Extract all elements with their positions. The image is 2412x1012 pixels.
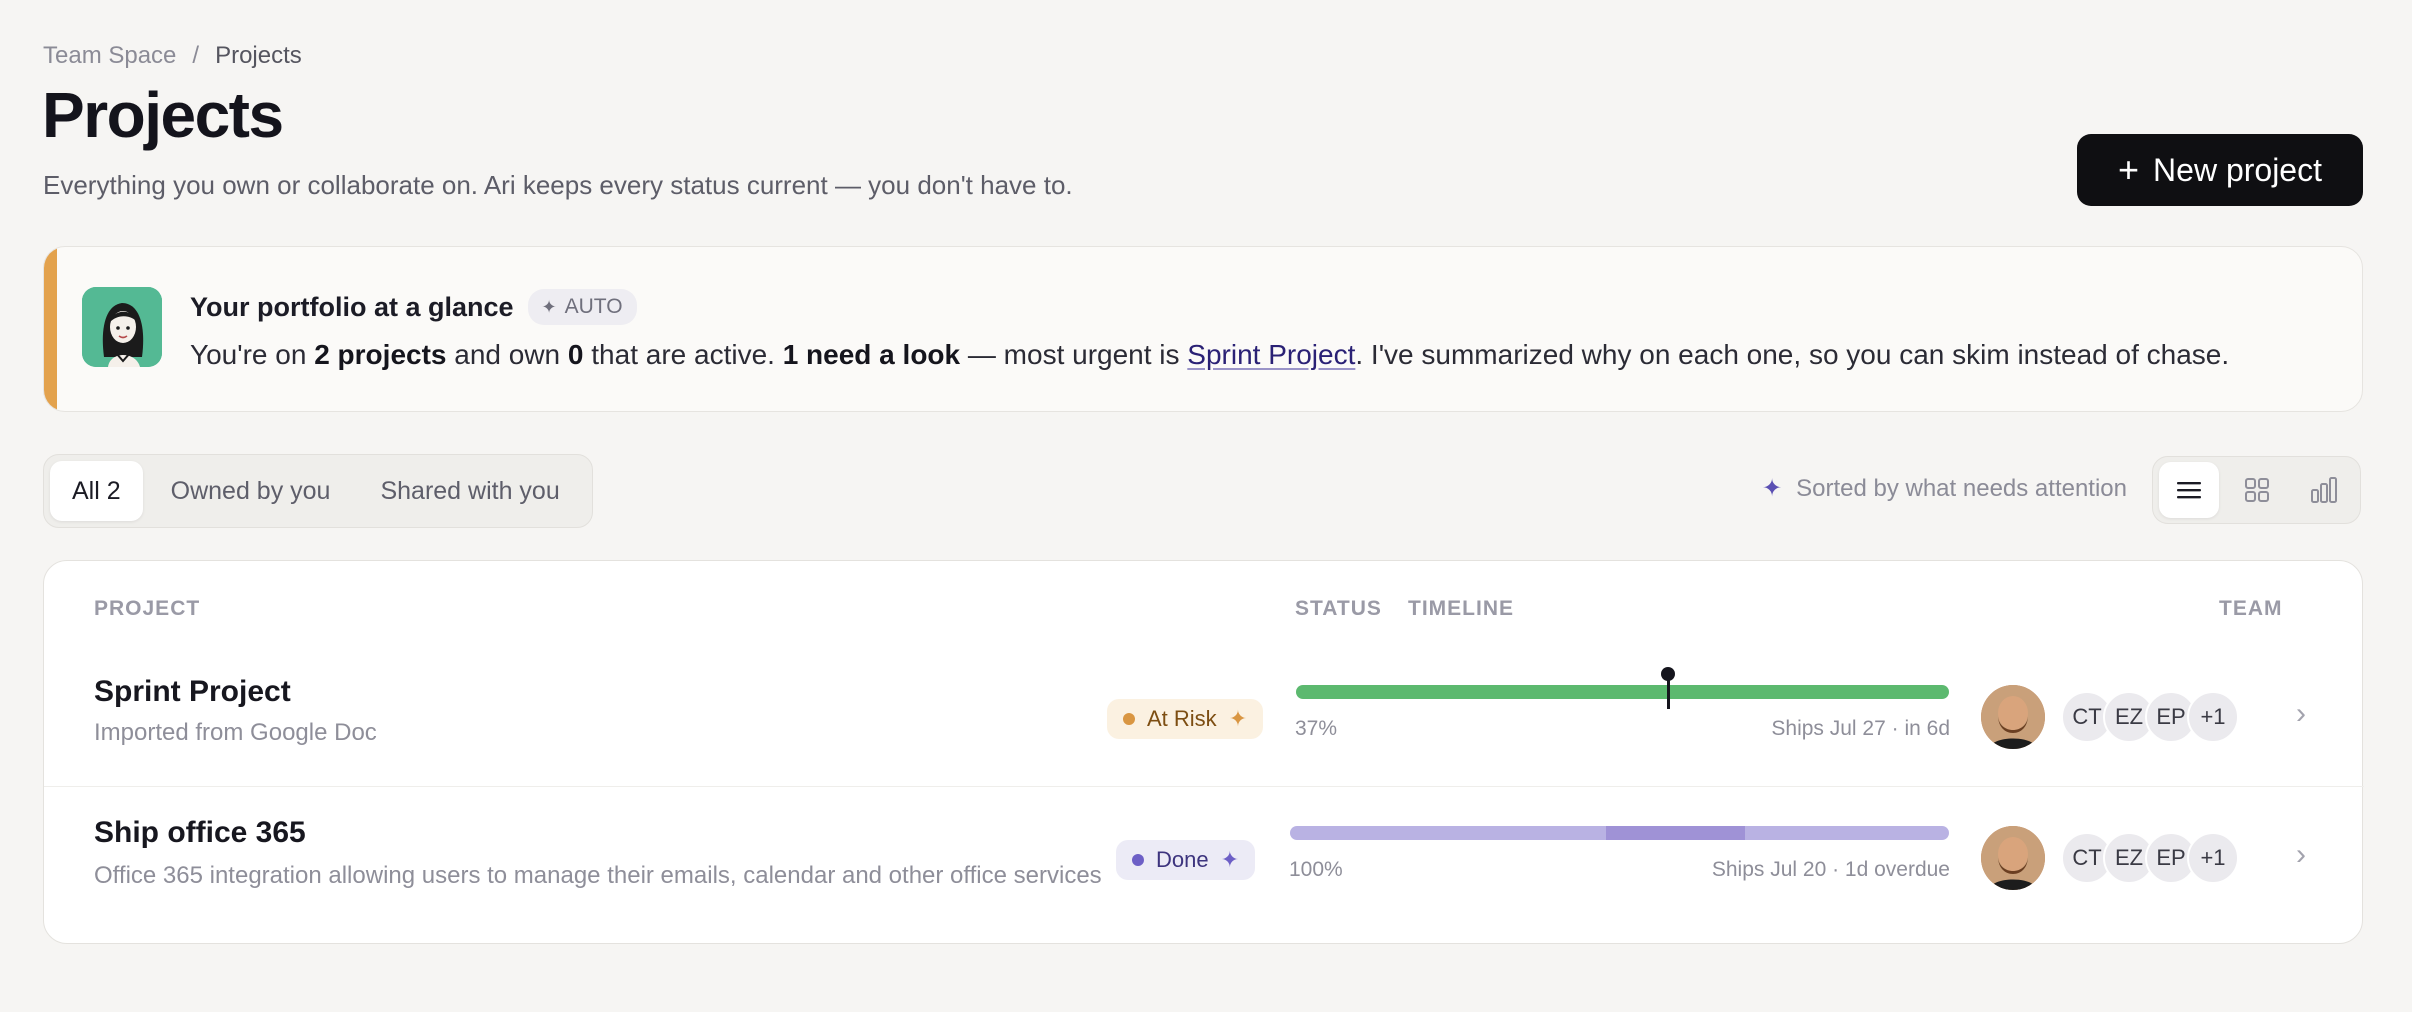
view-toggle (2152, 456, 2361, 524)
today-marker-dot (1661, 667, 1676, 681)
new-project-button[interactable]: + New project (2077, 134, 2363, 206)
sparkle-icon: ✦ (1220, 847, 1240, 872)
project-name[interactable]: Sprint Project (94, 675, 291, 709)
owner-avatar[interactable] (1981, 826, 2045, 890)
header-project: PROJECT (94, 597, 201, 620)
status-label: At Risk (1147, 706, 1217, 731)
list-view-button[interactable] (2159, 462, 2219, 518)
progress-percent: 100% (1289, 858, 1343, 881)
header-team: TEAM (2219, 597, 2283, 620)
filter-tabs: All 2 Owned by you Shared with you (43, 454, 593, 528)
urgent-project-link[interactable]: Sprint Project (1187, 339, 1355, 370)
summary-text-part: — most urgent is (960, 339, 1188, 370)
tab-owned-by-you[interactable]: Owned by you (149, 461, 353, 521)
table-row[interactable]: Sprint Project Imported from Google Doc … (44, 647, 2364, 787)
sort-note: ✦ Sorted by what needs attention (1762, 474, 2127, 503)
sort-note-label: Sorted by what needs attention (1796, 474, 2127, 502)
team-more-count: +1 (2187, 691, 2239, 743)
breadcrumb: Team Space / Projects (43, 42, 302, 70)
auto-badge: ✦ AUTO (527, 289, 637, 325)
projects-count: 2 projects (314, 339, 447, 370)
portfolio-summary-card: Your portfolio at a glance ✦ AUTO You're… (43, 246, 2363, 412)
owner-avatar[interactable] (1981, 685, 2045, 749)
summary-text-part: . I've summarized why on each one, so yo… (1355, 339, 2230, 370)
chart-view-button[interactable] (2294, 462, 2354, 518)
table-row[interactable]: Ship office 365 Office 365 integration a… (44, 788, 2364, 928)
assistant-avatar (82, 287, 162, 367)
progress-percent: 37% (1295, 717, 1338, 740)
ship-date: Ships Jul 20 · 1d overdue (1711, 858, 1950, 881)
sparkle-icon: ✦ (1762, 475, 1783, 502)
team-initials[interactable]: CT EZ EP +1 (2061, 691, 2239, 743)
chevron-right-icon[interactable]: › (2296, 697, 2306, 731)
sparkle-icon: ✦ (1228, 706, 1248, 731)
team-initials[interactable]: CT EZ EP +1 (2061, 832, 2239, 884)
summary-title: Your portfolio at a glance (190, 291, 514, 322)
chevron-right-icon[interactable]: › (2296, 838, 2306, 872)
summary-text-part: that are active. (583, 339, 783, 370)
team-more-count: +1 (2187, 832, 2239, 884)
overdue-band (1606, 826, 1745, 840)
breadcrumb-current: Projects (215, 42, 302, 69)
status-label: Done (1156, 847, 1209, 872)
summary-text: You're on 2 projects and own 0 that are … (190, 339, 2229, 371)
project-description: Imported from Google Doc (94, 719, 377, 746)
page-subtitle: Everything you own or collaborate on. Ar… (43, 170, 1073, 200)
timeline-bar (1296, 685, 1949, 699)
projects-table: PROJECT STATUS TIMELINE TEAM Sprint Proj… (43, 560, 2364, 944)
header-timeline: TIMELINE (1408, 597, 1514, 620)
need-look-count: 1 need a look (782, 339, 961, 370)
status-dot (1123, 713, 1135, 725)
status-badge[interactable]: Done ✦ (1116, 840, 1256, 880)
auto-badge-label: AUTO (564, 295, 623, 318)
summary-text-part: You're on (190, 339, 315, 370)
status-dot (1132, 854, 1144, 866)
header-status: STATUS (1295, 597, 1382, 620)
project-description: Office 365 integration allowing users to… (94, 862, 1102, 889)
ship-date: Ships Jul 27 · in 6d (1771, 717, 1950, 740)
plus-icon: + (2118, 149, 2140, 190)
tab-all[interactable]: All 2 (50, 461, 143, 521)
summary-text-part: and own (446, 339, 568, 370)
summary-title-row: Your portfolio at a glance ✦ AUTO (190, 289, 637, 325)
owned-count: 0 (567, 339, 584, 370)
grid-view-button[interactable] (2227, 462, 2287, 518)
chart-view-icon (2311, 477, 2338, 503)
tab-shared-with-you[interactable]: Shared with you (358, 461, 581, 521)
timeline-bar (1290, 826, 1949, 840)
status-badge[interactable]: At Risk ✦ (1107, 699, 1264, 739)
list-view-icon (2176, 482, 2201, 499)
sparkle-icon: ✦ (541, 296, 557, 317)
new-project-label: New project (2153, 151, 2322, 188)
breadcrumb-separator: / (192, 42, 200, 69)
page-title: Projects (42, 79, 284, 151)
summary-accent-bar (44, 247, 57, 411)
project-name[interactable]: Ship office 365 (94, 816, 306, 850)
grid-view-icon (2244, 478, 2269, 502)
breadcrumb-team-space[interactable]: Team Space (43, 42, 176, 70)
